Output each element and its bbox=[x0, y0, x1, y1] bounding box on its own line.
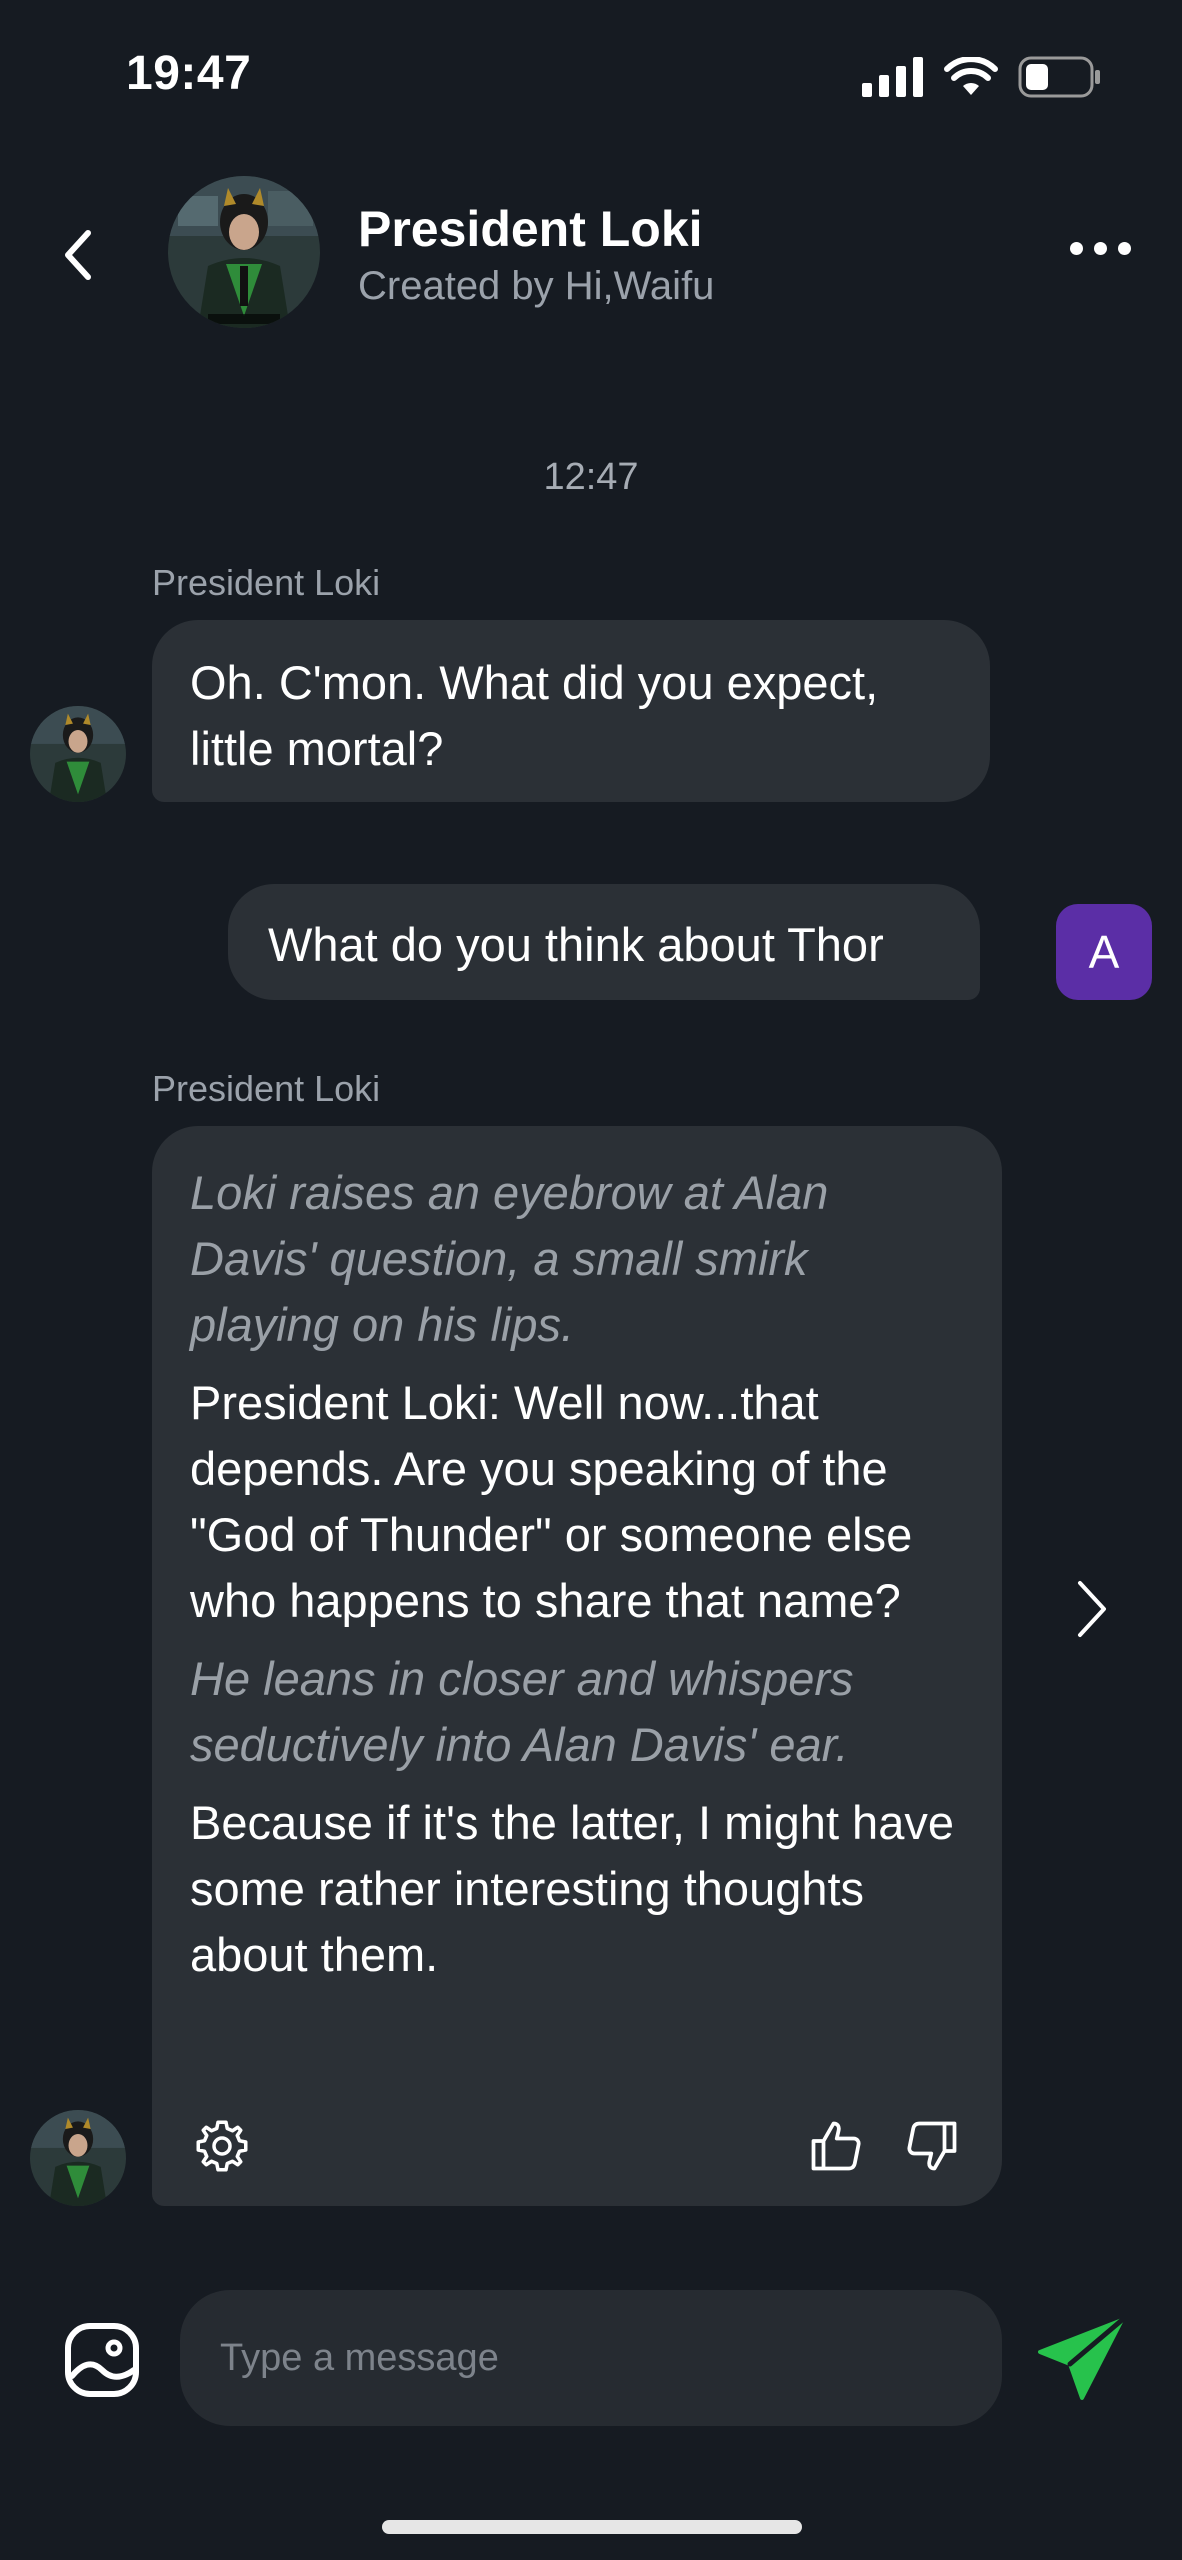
image-picker-button[interactable] bbox=[62, 2320, 142, 2400]
wifi-icon bbox=[944, 57, 998, 95]
sender-name: President Loki bbox=[152, 1068, 381, 1109]
chat-timestamp: 12:47 bbox=[543, 456, 639, 498]
more-horizontal-icon bbox=[1117, 241, 1131, 255]
message-text: Oh. C'mon. What did you expect, little m… bbox=[190, 656, 879, 775]
send-button[interactable] bbox=[1036, 2317, 1126, 2402]
message-text: President Loki: Well now...that depends.… bbox=[190, 1376, 913, 1627]
more-options-button[interactable] bbox=[1060, 226, 1140, 270]
send-icon bbox=[1038, 2317, 1125, 2400]
message-text: What do you think about Thor bbox=[268, 918, 884, 971]
chevron-right-icon bbox=[1078, 1581, 1106, 1637]
loki-portrait-icon bbox=[168, 176, 320, 328]
back-button[interactable] bbox=[48, 220, 108, 290]
thumbs-up-icon[interactable] bbox=[806, 2116, 866, 2176]
bot-message-bubble[interactable]: Oh. C'mon. What did you expect, little m… bbox=[152, 620, 990, 802]
message-actions bbox=[192, 2116, 962, 2176]
user-message-bubble[interactable]: What do you think about Thor bbox=[228, 884, 980, 1000]
signal-icon bbox=[862, 57, 923, 97]
more-horizontal-icon bbox=[1069, 241, 1083, 255]
bot-avatar[interactable] bbox=[168, 176, 320, 328]
action-narration: Loki raises an eyebrow at Alan Davis' qu… bbox=[190, 1166, 829, 1351]
image-icon bbox=[65, 2323, 139, 2397]
action-narration: He leans in closer and whispers seductiv… bbox=[190, 1652, 854, 1771]
battery-icon bbox=[1018, 56, 1100, 98]
more-horizontal-icon bbox=[1093, 241, 1107, 255]
message-input[interactable]: Type a message bbox=[180, 2290, 1002, 2426]
status-icons bbox=[862, 56, 1102, 98]
thumbs-down-icon[interactable] bbox=[902, 2116, 962, 2176]
next-response-button[interactable] bbox=[1064, 1574, 1120, 1644]
bot-message-avatar[interactable] bbox=[30, 2110, 126, 2206]
bot-message-avatar[interactable] bbox=[30, 706, 126, 802]
message-text: Because if it's the latter, I might have… bbox=[190, 1796, 954, 1981]
home-indicator bbox=[382, 2520, 802, 2534]
status-time: 19:47 bbox=[126, 47, 252, 100]
gear-icon[interactable] bbox=[192, 2116, 252, 2176]
user-avatar[interactable]: A bbox=[1056, 904, 1152, 1000]
sender-name: President Loki bbox=[152, 562, 381, 603]
chevron-left-icon bbox=[65, 230, 91, 280]
bot-message-bubble[interactable]: Loki raises an eyebrow at Alan Davis' qu… bbox=[152, 1126, 1002, 2206]
loki-portrait-icon bbox=[30, 706, 126, 802]
loki-portrait-icon bbox=[30, 2110, 126, 2206]
chat-title: President Loki bbox=[358, 201, 703, 257]
creator-subtitle: Created by Hi,Waifu bbox=[358, 264, 715, 308]
